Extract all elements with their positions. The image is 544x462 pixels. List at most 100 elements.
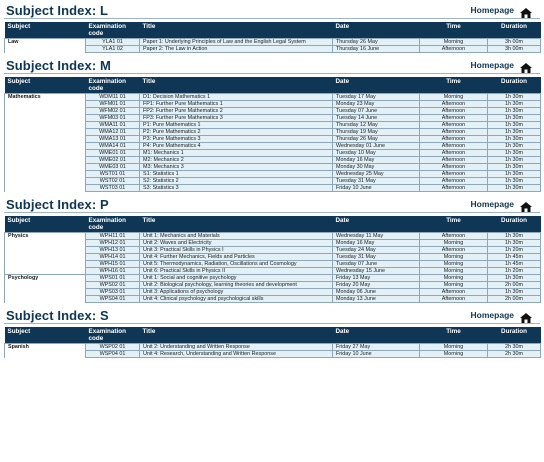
section-header: Subject Index: L Homepage [4, 2, 540, 19]
date-cell: Friday 20 May [332, 281, 420, 289]
table-row: Law YLA1 01 Paper 1: Underlying Principles… [4, 38, 541, 46]
subject-cell [4, 239, 86, 247]
title-cell: Unit 3: Applications of psychology [139, 288, 333, 296]
table-row: WMA12 01 P2: Pure Mathematics 2 Thursday 1… [4, 128, 541, 136]
table-row: Physics WPH11 01 Unit 1: Mechanics and Mat… [4, 232, 541, 240]
header-exam-code: Examination code [85, 216, 140, 233]
title-cell: M1: Mechanics 1 [139, 149, 333, 157]
exam-code-cell: WPH15 01 [85, 260, 140, 268]
exam-code-cell: WPS01 01 [85, 274, 140, 282]
subject-cell [4, 288, 86, 296]
home-icon[interactable] [520, 60, 532, 73]
table-row: WST03 01 S3: Statistics 3 Friday 10 June Af… [4, 184, 541, 192]
table-row: WMA13 01 P3: Pure Mathematics 3 Thursday 2… [4, 135, 541, 143]
time-cell: Afternoon [419, 45, 488, 53]
subject-cell [4, 163, 86, 171]
subject-cell [4, 260, 86, 268]
duration-cell: 1h 20m [487, 246, 541, 254]
duration-cell: 2h 00m [487, 281, 541, 289]
time-cell: Afternoon [419, 100, 488, 108]
exam-code-cell: WMA14 01 [85, 142, 140, 150]
duration-cell: 2h 30m [487, 350, 541, 358]
title-cell: M2: Mechanics 2 [139, 156, 333, 164]
homepage-link[interactable]: Homepage [471, 310, 514, 320]
exam-code-cell: WME02 01 [85, 156, 140, 164]
table-row: YLA1 02 Paper 2: The Law in Action Thursda… [4, 45, 541, 53]
section-title: Subject Index: M [6, 57, 111, 73]
exam-code-cell: WPS04 01 [85, 295, 140, 303]
time-cell: Afternoon [419, 184, 488, 192]
home-icon[interactable] [520, 5, 532, 18]
table-row: WPS03 01 Unit 3: Applications of psycholo… [4, 288, 541, 296]
time-cell: Afternoon [419, 295, 488, 303]
time-cell: Morning [419, 260, 488, 268]
home-icon[interactable] [520, 310, 532, 323]
subject-cell: Mathematics [4, 93, 86, 101]
homepage-nav: Homepage [471, 199, 532, 212]
time-cell: Morning [419, 253, 488, 261]
duration-cell: 1h 20m [487, 267, 541, 275]
date-cell: Monday 06 June [332, 288, 420, 296]
subject-cell [4, 45, 86, 53]
header-title: Title [139, 22, 333, 39]
time-cell: Morning [419, 274, 488, 282]
table-row: WPH12 01 Unit 2: Waves and Electricity Mon… [4, 239, 541, 247]
duration-cell: 1h 30m [487, 128, 541, 136]
home-icon[interactable] [520, 199, 532, 212]
header-duration: Duration [487, 22, 541, 39]
header-time: Time [419, 77, 488, 94]
table-row: WPH16 01 Unit 6: Practical Skills in Phys… [4, 267, 541, 275]
homepage-link[interactable]: Homepage [471, 60, 514, 70]
title-cell: M3: Mechanics 3 [139, 163, 333, 171]
exam-code-cell: WPH12 01 [85, 239, 140, 247]
exam-code-cell: WFM02 01 [85, 107, 140, 115]
date-cell: Wednesday 11 May [332, 232, 420, 240]
table-row: WME02 01 M2: Mechanics 2 Monday 16 May Afte… [4, 156, 541, 164]
title-cell: Unit 2: Understanding and Written Respon… [139, 343, 333, 351]
time-cell: Afternoon [419, 170, 488, 178]
title-cell: S3: Statistics 3 [139, 184, 333, 192]
time-cell: Afternoon [419, 142, 488, 150]
header-title: Title [139, 77, 333, 94]
exam-code-cell: WMA11 01 [85, 121, 140, 129]
date-cell: Wednesday 01 June [332, 142, 420, 150]
header-title: Title [139, 327, 333, 344]
title-cell: S2: Statistics 2 [139, 177, 333, 185]
table-header-row: Subject Examination code Title Date Time Dura… [4, 77, 541, 94]
subject-cell [4, 149, 86, 157]
subject-cell [4, 295, 86, 303]
header-date: Date [332, 216, 420, 233]
header-title: Title [139, 216, 333, 233]
duration-cell: 1h 30m [487, 170, 541, 178]
time-cell: Morning [419, 93, 488, 101]
subject-cell: Physics [4, 232, 86, 240]
header-time: Time [419, 327, 488, 344]
date-cell: Tuesday 31 May [332, 253, 420, 261]
duration-cell: 2h 00m [487, 295, 541, 303]
date-cell: Tuesday 17 May [332, 93, 420, 101]
time-cell: Afternoon [419, 163, 488, 171]
subject-cell [4, 246, 86, 254]
time-cell: Afternoon [419, 128, 488, 136]
exam-code-cell: WME03 01 [85, 163, 140, 171]
title-cell: P2: Pure Mathematics 2 [139, 128, 333, 136]
homepage-link[interactable]: Homepage [471, 5, 514, 15]
title-cell: Unit 4: Clinical psychology and psycholo… [139, 295, 333, 303]
title-cell: Unit 6: Practical Skills in Physics II [139, 267, 333, 275]
date-cell: Tuesday 31 May [332, 177, 420, 185]
subject-cell [4, 184, 86, 192]
title-cell: Paper 1: Underlying Principles of Law an… [139, 38, 333, 46]
date-cell: Tuesday 14 June [332, 114, 420, 122]
header-subject: Subject [4, 22, 86, 39]
duration-cell: 2h 30m [487, 343, 541, 351]
date-cell: Thursday 16 June [332, 45, 420, 53]
exam-code-cell: YLA1 02 [85, 45, 140, 53]
date-cell: Thursday 19 May [332, 128, 420, 136]
section-header: Subject Index: S Homepage [4, 307, 540, 324]
homepage-nav: Homepage [471, 5, 532, 18]
timetable-page: Subject Index: L Homepage Subject Examinati… [0, 0, 544, 462]
table-row: WPS04 01 Unit 4: Clinical psychology and … [4, 295, 541, 303]
table-header-row: Subject Examination code Title Date Time Dura… [4, 216, 541, 233]
homepage-link[interactable]: Homepage [471, 199, 514, 209]
time-cell: Afternoon [419, 107, 488, 115]
